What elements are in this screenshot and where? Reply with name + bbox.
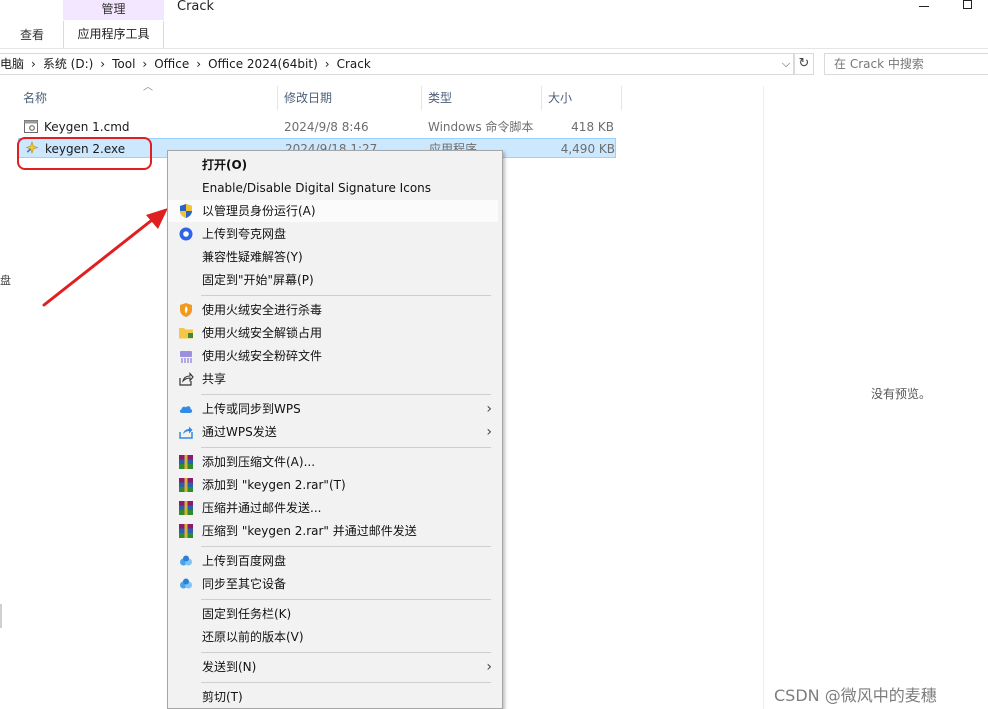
menu-item-rar-add[interactable]: 添加到压缩文件(A)...: [168, 451, 498, 473]
chevron-right-icon: ›: [486, 659, 492, 675]
chevron-right-icon[interactable]: ›: [189, 56, 208, 72]
search-input[interactable]: [834, 57, 984, 71]
menu-item-rar-email[interactable]: 压缩并通过邮件发送...: [168, 497, 498, 519]
chevron-right-icon[interactable]: ›: [318, 56, 337, 72]
minimize-icon[interactable]: [919, 6, 929, 7]
menu-item-run-as-admin[interactable]: 以管理员身份运行(A): [168, 200, 498, 222]
menu-separator: [201, 652, 491, 653]
column-divider[interactable]: [621, 86, 622, 110]
column-divider[interactable]: [541, 86, 542, 110]
file-row-keygen1[interactable]: Keygen 1.cmd 2024/9/8 8:46 Windows 命令脚本 …: [18, 117, 616, 137]
window-title: Crack: [177, 0, 215, 14]
file-size: 418 KB: [571, 120, 614, 134]
menu-item-wps-sync[interactable]: 上传或同步到WPS ›: [168, 398, 498, 420]
crumb-drive-d[interactable]: 系统 (D:): [43, 56, 93, 72]
chevron-right-icon: ›: [486, 401, 492, 417]
menu-item-pin-start[interactable]: 固定到"开始"屏幕(P): [168, 269, 498, 291]
maximize-icon[interactable]: [963, 0, 972, 9]
shredder-icon: [180, 351, 192, 363]
menu-item-share[interactable]: 共享: [168, 368, 498, 390]
menu-item-send-to[interactable]: 发送到(N) ›: [168, 656, 498, 678]
menu-item-baidu-sync[interactable]: 同步至其它设备: [168, 573, 498, 595]
annotation-highlight-box: [17, 137, 152, 170]
menu-item-open[interactable]: 打开(O): [168, 154, 498, 176]
menu-separator: [201, 682, 491, 683]
crumb-office[interactable]: Office: [154, 56, 189, 72]
menu-item-huorong-unlock[interactable]: 使用火绒安全解锁占用: [168, 322, 498, 344]
crumb-crack[interactable]: Crack: [337, 56, 371, 72]
nav-pane-fragment[interactable]: 盘: [0, 272, 11, 288]
crumb-tool[interactable]: Tool: [112, 56, 135, 72]
chevron-right-icon[interactable]: ›: [24, 56, 43, 72]
chevron-right-icon[interactable]: ›: [93, 56, 112, 72]
menu-item-signature-icons[interactable]: Enable/Disable Digital Signature Icons: [168, 177, 498, 199]
chevron-right-icon[interactable]: ›: [135, 56, 154, 72]
menu-item-compatibility[interactable]: 兼容性疑难解答(Y): [168, 246, 498, 268]
column-header-type[interactable]: 类型: [428, 86, 452, 110]
crumb-office-2024[interactable]: Office 2024(64bit): [208, 56, 318, 72]
sort-up-icon: ︿: [143, 82, 153, 93]
watermark: CSDN @微风中的麦穗: [774, 686, 937, 705]
preview-pane-divider[interactable]: [763, 86, 764, 709]
file-date: 2024/9/8 8:46: [284, 120, 369, 134]
menu-separator: [201, 295, 491, 296]
file-size: 4,490 KB: [560, 142, 615, 156]
menu-item-pin-taskbar[interactable]: 固定到任务栏(K): [168, 603, 498, 625]
chevron-down-icon[interactable]: ⌵: [778, 56, 794, 72]
nav-scrollbar[interactable]: [0, 604, 2, 628]
menu-item-upload-quark[interactable]: 上传到夸克网盘: [168, 223, 498, 245]
column-divider[interactable]: [277, 86, 278, 110]
folder-icon: [179, 328, 193, 339]
file-type: Windows 命令脚本: [428, 120, 534, 134]
baidu-netdisk-icon: [180, 555, 192, 566]
tab-manage[interactable]: 管理: [63, 0, 164, 20]
tab-app-tools[interactable]: 应用程序工具: [63, 21, 164, 48]
menu-item-cut[interactable]: 剪切(T): [168, 686, 498, 708]
menu-item-wps-send[interactable]: 通过WPS发送 ›: [168, 421, 498, 443]
menu-item-huorong-shred[interactable]: 使用火绒安全粉碎文件: [168, 345, 498, 367]
quark-icon: [179, 227, 193, 241]
winrar-icon: [179, 501, 193, 515]
menu-separator: [201, 394, 491, 395]
cmd-file-icon: [24, 120, 38, 133]
chevron-right-icon: ›: [486, 424, 492, 440]
preview-empty-text: 没有预览。: [871, 387, 932, 401]
column-header-date[interactable]: 修改日期: [284, 86, 332, 110]
uac-shield-icon: [180, 204, 192, 218]
huorong-shield-icon: [180, 303, 192, 317]
baidu-netdisk-icon: [180, 578, 192, 589]
file-name: Keygen 1.cmd: [44, 120, 130, 134]
share-icon: [179, 372, 194, 386]
refresh-button[interactable]: ↻: [794, 53, 814, 75]
winrar-icon: [179, 455, 193, 469]
winrar-icon: [179, 478, 193, 492]
crumb-this-pc[interactable]: 此电脑: [0, 56, 24, 72]
menu-separator: [201, 599, 491, 600]
wps-cloud-icon: [179, 406, 193, 413]
menu-item-restore-versions[interactable]: 还原以前的版本(V): [168, 626, 498, 648]
tab-view[interactable]: 查看: [20, 27, 44, 43]
menu-separator: [201, 447, 491, 448]
menu-separator: [201, 546, 491, 547]
wps-send-icon: [179, 426, 193, 439]
menu-item-baidu-upload[interactable]: 上传到百度网盘: [168, 550, 498, 572]
column-header-name[interactable]: 名称: [23, 86, 47, 110]
menu-item-huorong-scan[interactable]: 使用火绒安全进行杀毒: [168, 299, 498, 321]
annotation-arrow-icon: [42, 208, 168, 307]
column-divider[interactable]: [421, 86, 422, 110]
winrar-icon: [179, 524, 193, 538]
breadcrumb: 此电脑 › 系统 (D:) › Tool › Office › Office 2…: [0, 56, 371, 72]
menu-item-rar-add-named[interactable]: 添加到 "keygen 2.rar"(T): [168, 474, 498, 496]
menu-item-rar-named-email[interactable]: 压缩到 "keygen 2.rar" 并通过邮件发送: [168, 520, 498, 542]
column-header-size[interactable]: 大小: [548, 86, 572, 110]
